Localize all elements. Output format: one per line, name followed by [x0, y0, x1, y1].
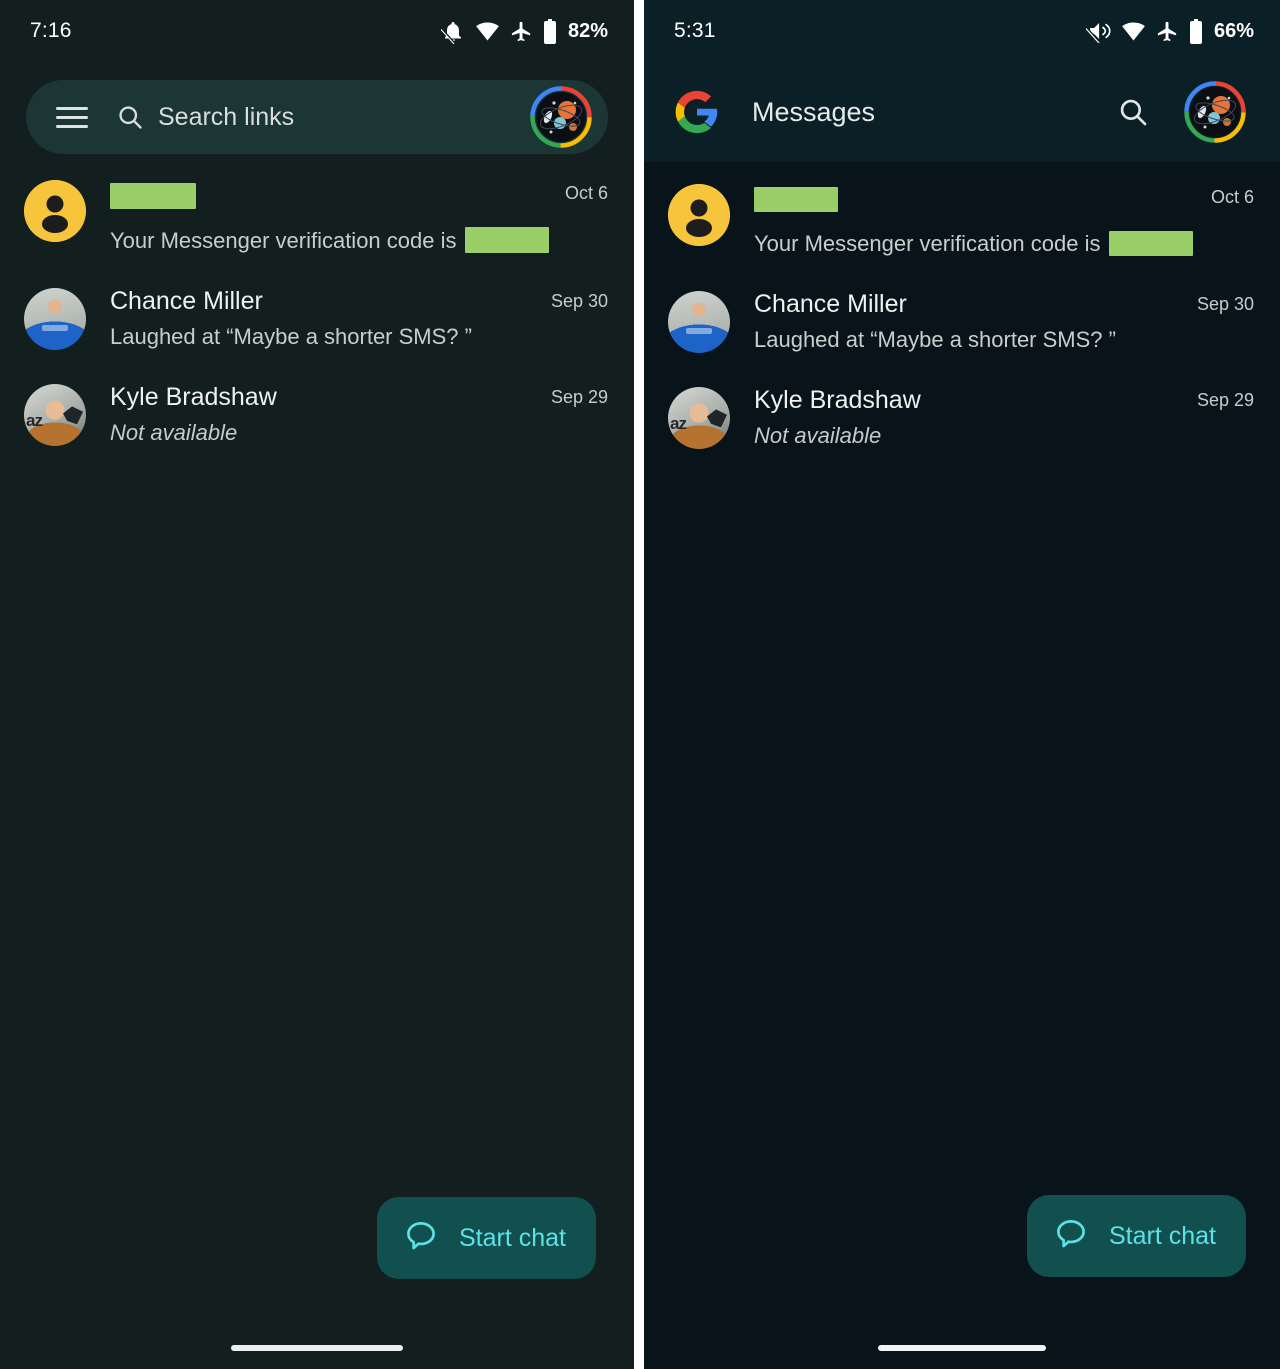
list-item[interactable]: Kyle Bradshaw Sep 29 Not available [0, 366, 634, 462]
list-item-date: Sep 29 [550, 387, 608, 407]
list-item-name [754, 182, 1195, 224]
status-bar-left: 7:16 82% [0, 0, 634, 62]
list-item-body: Chance Miller Sep 30 Laughed at “Maybe a… [86, 286, 608, 350]
status-clock: 5:31 [674, 19, 716, 42]
volume-off-icon [1085, 19, 1111, 43]
list-item[interactable]: Oct 6 Your Messenger verification code i… [644, 166, 1280, 273]
redaction-block-code [1109, 230, 1194, 256]
list-item[interactable]: Kyle Bradshaw Sep 29 Not available [644, 369, 1280, 465]
chat-bubble-icon [1053, 1216, 1089, 1257]
list-item-body: Chance Miller Sep 30 Laughed at “Maybe a… [730, 289, 1254, 353]
list-item[interactable]: Chance Miller Sep 30 Laughed at “Maybe a… [644, 273, 1280, 369]
battery-percentage: 82% [567, 19, 608, 42]
page-title: Messages [752, 96, 876, 127]
redaction-block-name [754, 187, 838, 212]
search-icon[interactable] [1110, 89, 1156, 135]
gesture-nav-bar[interactable] [231, 1345, 403, 1351]
list-item-snippet: Your Messenger verification code is [754, 230, 1254, 258]
status-bar-right: 5:31 66% [644, 0, 1280, 62]
status-icons: 66% [1085, 18, 1254, 44]
snippet-text: Your Messenger verification code is [754, 230, 1101, 256]
list-item[interactable]: Oct 6 Your Messenger verification code i… [0, 162, 634, 270]
snippet-text: Your Messenger verification code is [110, 227, 457, 253]
airplane-mode-icon [510, 20, 533, 43]
left-phone-screen: 7:16 82% Search links Oct 6 Your Messeng… [0, 0, 634, 1369]
status-clock: 7:16 [30, 19, 72, 42]
photo-avatar-kyle [24, 384, 86, 446]
start-chat-button[interactable]: Start chat [1027, 1195, 1246, 1277]
list-item-name: Kyle Bradshaw [754, 386, 921, 414]
chat-bubble-icon [403, 1218, 439, 1259]
hamburger-menu-icon[interactable] [50, 95, 94, 139]
right-phone-screen: 5:31 66% Messages Oct 6 Your Messenger v… [644, 0, 1280, 1369]
wifi-icon [1121, 21, 1146, 41]
airplane-mode-icon [1156, 20, 1179, 43]
battery-icon [1189, 18, 1203, 44]
redaction-block-code [465, 227, 550, 254]
list-item-date: Oct 6 [564, 183, 608, 203]
gesture-nav-bar[interactable] [878, 1345, 1046, 1351]
notifications-off-icon [440, 19, 465, 44]
list-item-date: Sep 30 [550, 291, 608, 311]
list-item-snippet: Laughed at “Maybe a shorter SMS? ” [110, 323, 472, 349]
conversation-list-right: Oct 6 Your Messenger verification code i… [644, 162, 1280, 465]
list-item-snippet: Laughed at “Maybe a shorter SMS? ” [754, 326, 1116, 352]
search-bar[interactable]: Search links [26, 80, 608, 154]
list-item-body: Kyle Bradshaw Sep 29 Not available [86, 382, 608, 446]
list-item-name: Kyle Bradshaw [110, 383, 277, 411]
list-item-header: Oct 6 [110, 178, 608, 221]
wifi-icon [475, 21, 500, 41]
status-icons: 82% [440, 18, 608, 44]
default-person-avatar [24, 180, 86, 242]
photo-avatar-kyle [668, 387, 730, 449]
account-avatar[interactable] [530, 86, 592, 148]
redaction-block-name [110, 183, 196, 209]
start-chat-label: Start chat [459, 1223, 566, 1252]
photo-avatar-chance [24, 288, 86, 350]
default-person-avatar [668, 184, 730, 246]
list-item-header: Kyle Bradshaw Sep 29 [110, 382, 608, 413]
list-item-date: Sep 29 [1196, 390, 1254, 410]
list-item-body: Kyle Bradshaw Sep 29 Not available [730, 385, 1254, 449]
list-item-name [110, 178, 549, 221]
list-item-snippet: Not available [754, 422, 882, 448]
battery-percentage: 66% [1213, 19, 1254, 42]
list-item-snippet: Not available [110, 419, 238, 445]
list-item-body: Oct 6 Your Messenger verification code i… [730, 182, 1254, 257]
dual-screenshot-stage: 7:16 82% Search links Oct 6 Your Messeng… [0, 0, 1280, 1369]
start-chat-button[interactable]: Start chat [377, 1197, 596, 1279]
google-g-logo [674, 89, 720, 135]
list-item-header: Kyle Bradshaw Sep 29 [754, 385, 1254, 416]
search-icon [116, 103, 144, 131]
list-item-body: Oct 6 Your Messenger verification code i… [86, 178, 608, 254]
start-chat-label: Start chat [1109, 1221, 1216, 1250]
battery-icon [543, 18, 557, 44]
account-avatar[interactable] [1184, 81, 1246, 143]
panel-divider [634, 0, 644, 1369]
list-item-date: Sep 30 [1196, 294, 1254, 314]
app-bar: Messages [644, 62, 1280, 162]
photo-avatar-chance [668, 291, 730, 353]
list-item-header: Chance Miller Sep 30 [754, 289, 1254, 320]
conversation-list-left: Oct 6 Your Messenger verification code i… [0, 154, 634, 462]
list-item-header: Chance Miller Sep 30 [110, 286, 608, 317]
list-item-date: Oct 6 [1210, 187, 1254, 207]
search-input[interactable]: Search links [158, 103, 530, 132]
list-item-name: Chance Miller [754, 290, 907, 318]
list-item[interactable]: Chance Miller Sep 30 Laughed at “Maybe a… [0, 270, 634, 366]
list-item-snippet: Your Messenger verification code is [110, 227, 608, 255]
list-item-header: Oct 6 [754, 182, 1254, 224]
list-item-name: Chance Miller [110, 287, 263, 315]
